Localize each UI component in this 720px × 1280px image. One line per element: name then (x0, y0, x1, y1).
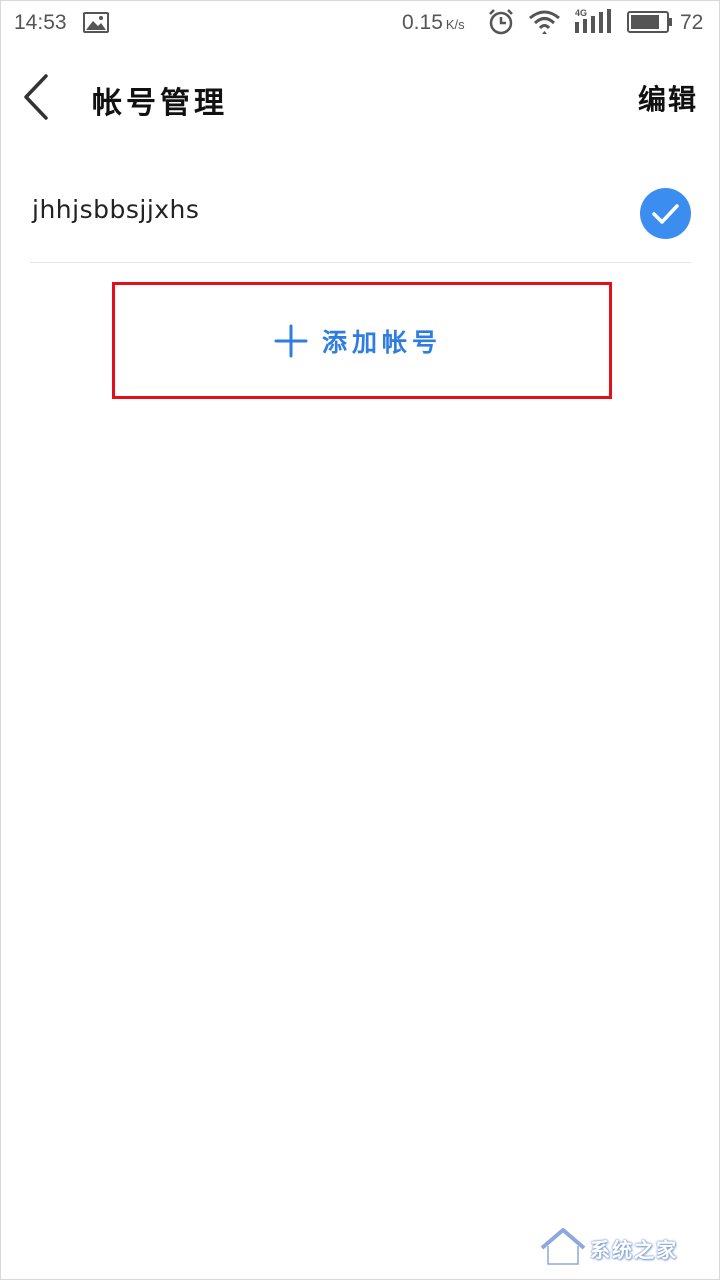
add-account-button[interactable]: 添加帐号 (112, 282, 612, 399)
house-logo-icon (540, 1228, 586, 1266)
add-account-content: 添加帐号 (274, 323, 442, 359)
add-account-label: 添加帐号 (321, 327, 442, 357)
status-time: 14:53 (14, 11, 67, 34)
edit-button[interactable]: 编辑 (638, 78, 698, 118)
nav-bar: 帐号管理 编辑 (0, 58, 720, 138)
account-name: jhhjsbbsjjxhs (32, 195, 200, 224)
watermark: 系统之家 (538, 1224, 708, 1268)
signal-icon: 4G (573, 8, 613, 34)
chevron-left-icon[interactable] (18, 72, 58, 122)
network-type-label: 4G (575, 8, 588, 18)
plus-icon (274, 324, 308, 357)
page-title: 帐号管理 (92, 86, 228, 121)
battery-percent: 72 (680, 11, 704, 34)
watermark-text: 系统之家 (590, 1238, 678, 1262)
check-circle-icon (640, 188, 691, 239)
network-speed: 0.15 K/s (402, 11, 465, 35)
account-list-item[interactable]: jhhjsbbsjjxhs (30, 165, 691, 263)
status-bar: 14:53 0.15 K/s 4G 72 (0, 0, 720, 44)
network-speed-unit: K/s (445, 17, 465, 32)
network-speed-value: 0.15 (402, 11, 443, 34)
alarm-icon (489, 9, 513, 35)
wifi-icon (529, 10, 560, 34)
battery-icon (627, 11, 672, 33)
image-icon (83, 12, 109, 33)
